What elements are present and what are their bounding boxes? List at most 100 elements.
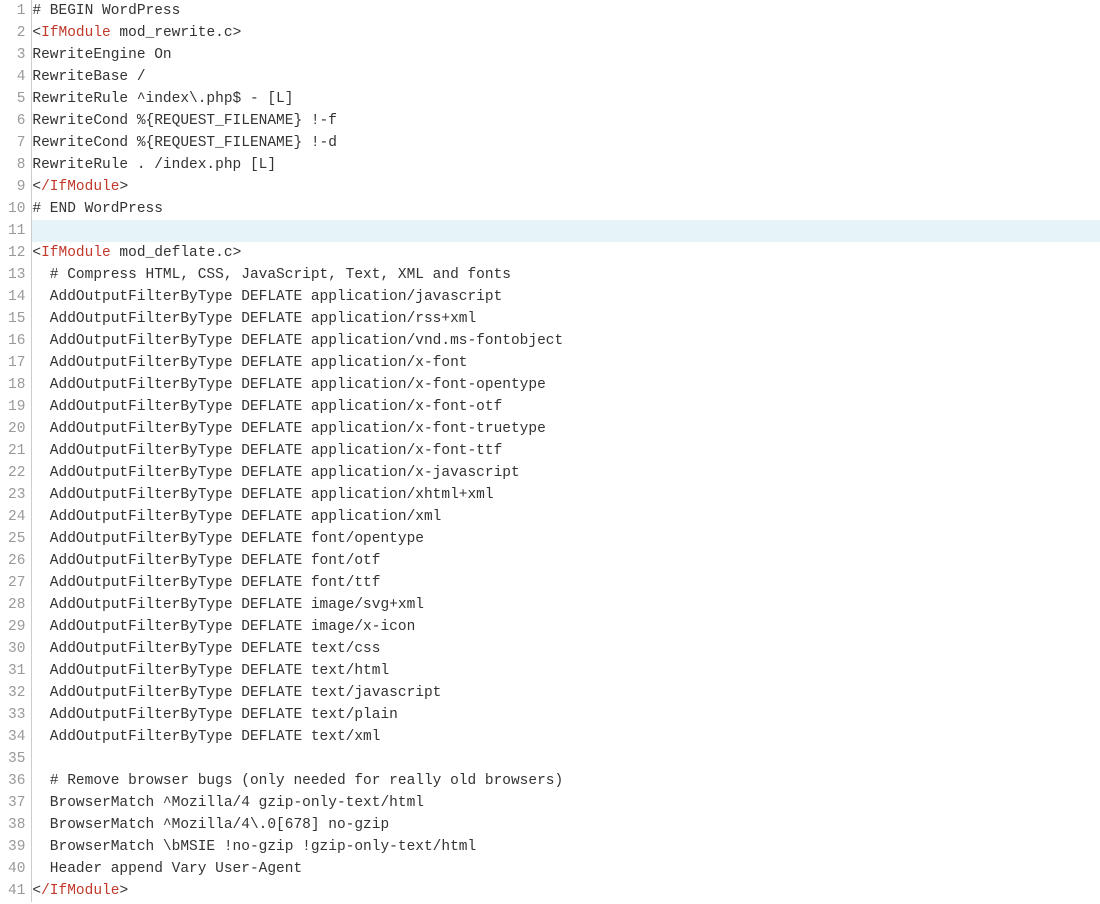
line-number: 39 — [8, 836, 25, 858]
code-token: AddOutputFilterByType DEFLATE applicatio… — [32, 421, 545, 437]
line-number: 3 — [8, 44, 25, 66]
code-line[interactable]: # BEGIN WordPress — [32, 0, 1100, 22]
code-token: > — [233, 245, 242, 261]
code-token: AddOutputFilterByType DEFLATE applicatio… — [32, 311, 476, 327]
code-line[interactable]: </IfModule> — [32, 176, 1100, 198]
code-line[interactable]: AddOutputFilterByType DEFLATE font/otf — [32, 550, 1100, 572]
code-token: RewriteEngine On — [32, 47, 171, 63]
code-line[interactable]: BrowserMatch ^Mozilla/4 gzip-only-text/h… — [32, 792, 1100, 814]
line-number: 25 — [8, 528, 25, 550]
code-line[interactable]: AddOutputFilterByType DEFLATE applicatio… — [32, 330, 1100, 352]
code-token: AddOutputFilterByType DEFLATE font/otf — [32, 553, 380, 569]
code-line[interactable]: RewriteRule . /index.php [L] — [32, 154, 1100, 176]
code-line[interactable]: AddOutputFilterByType DEFLATE applicatio… — [32, 418, 1100, 440]
line-number: 41 — [8, 880, 25, 902]
code-line[interactable]: AddOutputFilterByType DEFLATE text/javas… — [32, 682, 1100, 704]
code-area[interactable]: # BEGIN WordPress<IfModule mod_rewrite.c… — [32, 0, 1100, 902]
code-line[interactable]: AddOutputFilterByType DEFLATE font/opent… — [32, 528, 1100, 550]
code-token: AddOutputFilterByType DEFLATE applicatio… — [32, 355, 467, 371]
line-number: 9 — [8, 176, 25, 198]
code-line[interactable]: AddOutputFilterByType DEFLATE image/svg+… — [32, 594, 1100, 616]
line-number: 18 — [8, 374, 25, 396]
code-line[interactable]: BrowserMatch ^Mozilla/4\.0[678] no-gzip — [32, 814, 1100, 836]
line-number: 40 — [8, 858, 25, 880]
code-token: AddOutputFilterByType DEFLATE applicatio… — [32, 443, 502, 459]
code-line[interactable]: BrowserMatch \bMSIE !no-gzip !gzip-only-… — [32, 836, 1100, 858]
code-line[interactable]: AddOutputFilterByType DEFLATE text/html — [32, 660, 1100, 682]
code-token: mod_deflate.c — [111, 245, 233, 261]
code-token: < — [32, 883, 41, 899]
code-token: AddOutputFilterByType DEFLATE text/javas… — [32, 685, 441, 701]
line-number: 38 — [8, 814, 25, 836]
code-line[interactable]: RewriteRule ^index\.php$ - [L] — [32, 88, 1100, 110]
code-token: Header append Vary User-Agent — [32, 861, 302, 877]
code-token: # Compress HTML, CSS, JavaScript, Text, … — [32, 267, 511, 283]
code-token: # END WordPress — [32, 201, 163, 217]
code-token: AddOutputFilterByType DEFLATE image/x-ic… — [32, 619, 415, 635]
line-number: 27 — [8, 572, 25, 594]
line-number: 26 — [8, 550, 25, 572]
code-line[interactable]: <IfModule mod_deflate.c> — [32, 242, 1100, 264]
line-number: 8 — [8, 154, 25, 176]
code-line[interactable]: <IfModule mod_rewrite.c> — [32, 22, 1100, 44]
code-line[interactable]: AddOutputFilterByType DEFLATE image/x-ic… — [32, 616, 1100, 638]
line-number: 31 — [8, 660, 25, 682]
code-token: RewriteCond %{REQUEST_FILENAME} !-f — [32, 113, 337, 129]
line-number: 35 — [8, 748, 25, 770]
code-line[interactable]: AddOutputFilterByType DEFLATE applicatio… — [32, 286, 1100, 308]
code-line[interactable]: </IfModule> — [32, 880, 1100, 902]
code-line[interactable] — [32, 748, 1100, 770]
line-number: 1 — [8, 0, 25, 22]
line-number: 12 — [8, 242, 25, 264]
code-line[interactable]: RewriteEngine On — [32, 44, 1100, 66]
code-line[interactable]: AddOutputFilterByType DEFLATE text/xml — [32, 726, 1100, 748]
line-number: 14 — [8, 286, 25, 308]
code-token: AddOutputFilterByType DEFLATE text/css — [32, 641, 380, 657]
code-token: < — [32, 179, 41, 195]
code-token: AddOutputFilterByType DEFLATE applicatio… — [32, 333, 563, 349]
code-line[interactable]: AddOutputFilterByType DEFLATE applicatio… — [32, 506, 1100, 528]
code-line[interactable]: AddOutputFilterByType DEFLATE text/css — [32, 638, 1100, 660]
code-line[interactable]: Header append Vary User-Agent — [32, 858, 1100, 880]
code-token: < — [32, 25, 41, 41]
line-number-gutter: 1234567891011121314151617181920212223242… — [0, 0, 32, 902]
code-token: AddOutputFilterByType DEFLATE applicatio… — [32, 289, 502, 305]
code-editor[interactable]: 1234567891011121314151617181920212223242… — [0, 0, 1100, 902]
code-token: AddOutputFilterByType DEFLATE applicatio… — [32, 377, 545, 393]
line-number: 10 — [8, 198, 25, 220]
code-line[interactable]: AddOutputFilterByType DEFLATE applicatio… — [32, 308, 1100, 330]
line-number: 13 — [8, 264, 25, 286]
line-number: 11 — [8, 220, 25, 242]
code-token: AddOutputFilterByType DEFLATE applicatio… — [32, 487, 493, 503]
code-token: > — [119, 179, 128, 195]
code-token: AddOutputFilterByType DEFLATE applicatio… — [32, 465, 519, 481]
code-line[interactable]: AddOutputFilterByType DEFLATE applicatio… — [32, 440, 1100, 462]
code-token: AddOutputFilterByType DEFLATE text/plain — [32, 707, 397, 723]
code-line[interactable]: AddOutputFilterByType DEFLATE font/ttf — [32, 572, 1100, 594]
code-line[interactable]: AddOutputFilterByType DEFLATE applicatio… — [32, 484, 1100, 506]
line-number: 28 — [8, 594, 25, 616]
code-line[interactable]: AddOutputFilterByType DEFLATE applicatio… — [32, 396, 1100, 418]
code-line[interactable]: AddOutputFilterByType DEFLATE applicatio… — [32, 352, 1100, 374]
line-number: 21 — [8, 440, 25, 462]
line-number: 19 — [8, 396, 25, 418]
code-line[interactable]: # END WordPress — [32, 198, 1100, 220]
code-line[interactable]: AddOutputFilterByType DEFLATE applicatio… — [32, 462, 1100, 484]
code-line[interactable]: # Remove browser bugs (only needed for r… — [32, 770, 1100, 792]
code-token: mod_rewrite.c — [111, 25, 233, 41]
line-number: 16 — [8, 330, 25, 352]
line-number: 17 — [8, 352, 25, 374]
line-number: 5 — [8, 88, 25, 110]
code-token: # Remove browser bugs (only needed for r… — [32, 773, 563, 789]
code-token: < — [32, 245, 41, 261]
code-line[interactable]: RewriteBase / — [32, 66, 1100, 88]
code-line[interactable]: RewriteCond %{REQUEST_FILENAME} !-f — [32, 110, 1100, 132]
code-line[interactable]: RewriteCond %{REQUEST_FILENAME} !-d — [32, 132, 1100, 154]
code-line[interactable]: # Compress HTML, CSS, JavaScript, Text, … — [32, 264, 1100, 286]
code-line[interactable] — [32, 220, 1100, 242]
code-line[interactable]: AddOutputFilterByType DEFLATE applicatio… — [32, 374, 1100, 396]
code-token: AddOutputFilterByType DEFLATE text/html — [32, 663, 389, 679]
code-line[interactable]: AddOutputFilterByType DEFLATE text/plain — [32, 704, 1100, 726]
code-token: RewriteCond %{REQUEST_FILENAME} !-d — [32, 135, 337, 151]
line-number: 2 — [8, 22, 25, 44]
